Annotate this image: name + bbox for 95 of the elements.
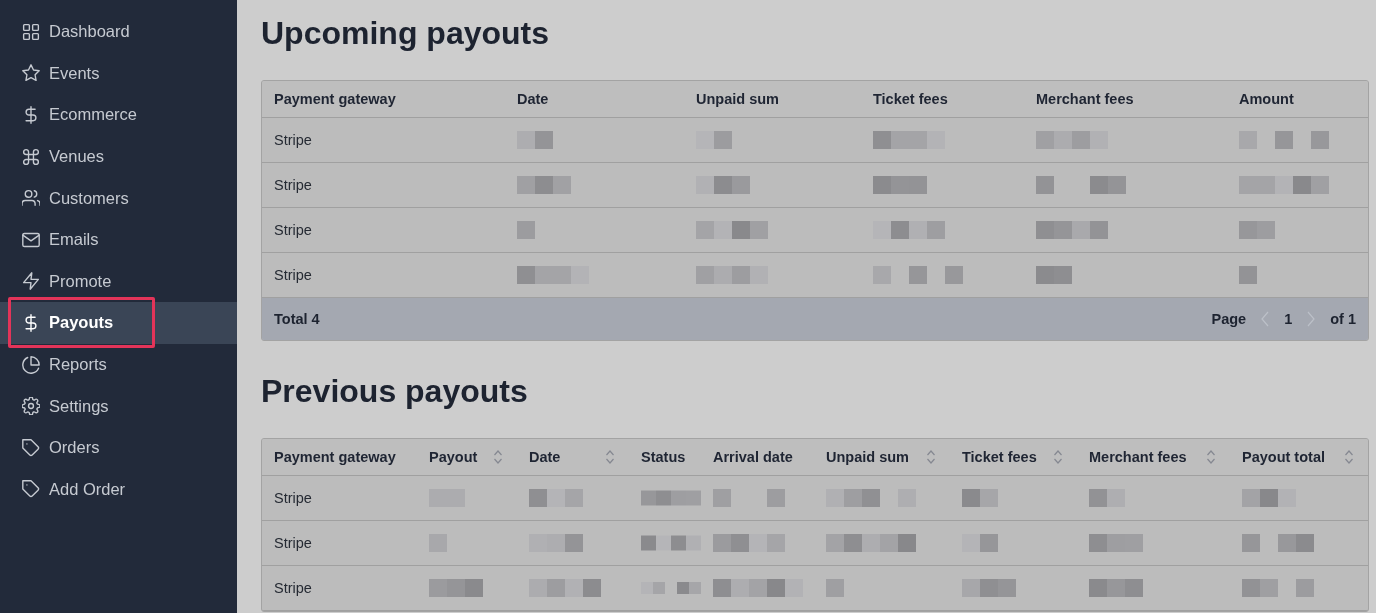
redacted-value — [873, 176, 927, 194]
section-title: Previous payouts — [261, 372, 529, 411]
column-header: Date — [529, 449, 561, 465]
chevron-right-icon — [1307, 311, 1316, 327]
redacted-value — [962, 489, 998, 507]
column-header: Status — [641, 449, 686, 465]
redacted-value — [1239, 221, 1275, 239]
redacted-value — [696, 221, 768, 239]
redacted-value — [641, 579, 701, 597]
dollar-icon — [22, 106, 40, 124]
redacted-value — [873, 221, 945, 239]
table-cell: Stripe — [274, 490, 312, 506]
sidebar-item[interactable]: Dashboard — [0, 17, 237, 46]
column-header: Payout — [429, 449, 478, 465]
redacted-value — [696, 176, 750, 194]
table-cell: Stripe — [274, 222, 312, 238]
redacted-value — [1036, 131, 1108, 149]
sidebar-item[interactable]: Venues — [0, 142, 237, 171]
column-header: Arrival date — [713, 449, 793, 465]
redacted-value — [641, 489, 701, 507]
column-header: Payout total — [1242, 449, 1325, 465]
redacted-value — [713, 489, 785, 507]
tag-icon — [22, 480, 40, 499]
redacted-value — [962, 579, 1016, 597]
sort-icon[interactable] — [926, 449, 936, 465]
redacted-value — [1089, 534, 1143, 552]
redacted-value — [1242, 534, 1314, 552]
column-header: Ticket fees — [873, 91, 948, 107]
sidebar-item[interactable]: Orders — [0, 433, 237, 462]
redacted-value — [517, 221, 535, 239]
redacted-value — [517, 131, 553, 149]
redacted-value — [696, 266, 768, 284]
sort-icon[interactable] — [1053, 449, 1063, 465]
sidebar-item[interactable]: Customers — [0, 184, 237, 213]
column-header: Amount — [1239, 91, 1294, 107]
redacted-value — [1036, 221, 1108, 239]
page-label: Page — [1211, 311, 1247, 327]
column-header: Ticket fees — [962, 449, 1037, 465]
redacted-value — [1036, 266, 1072, 284]
grid-icon — [22, 22, 40, 41]
redacted-value — [1239, 266, 1257, 284]
column-header: Payment gateway — [274, 449, 396, 465]
redacted-value — [1242, 489, 1296, 507]
sort-icon[interactable] — [493, 449, 503, 465]
redacted-value — [826, 579, 844, 597]
redacted-value — [1089, 489, 1125, 507]
redacted-value — [1242, 579, 1314, 597]
sort-icon[interactable] — [1344, 449, 1354, 465]
chevron-left-icon — [1261, 311, 1270, 327]
total-count: Total 4 — [274, 311, 320, 327]
redacted-value — [1089, 579, 1143, 597]
sidebar-item[interactable]: Events — [0, 59, 237, 88]
redacted-value — [529, 579, 601, 597]
table-cell: Stripe — [274, 580, 312, 596]
current-page: 1 — [1284, 311, 1293, 327]
column-header: Unpaid sum — [826, 449, 909, 465]
redacted-value — [517, 266, 589, 284]
redacted-value — [713, 534, 785, 552]
section-title: Upcoming payouts — [261, 14, 550, 53]
redacted-value — [873, 131, 945, 149]
table-cell: Stripe — [274, 535, 312, 551]
sidebar-item[interactable]: Promote — [0, 267, 237, 296]
redacted-value — [962, 534, 998, 552]
sort-icon[interactable] — [605, 449, 615, 465]
column-header: Unpaid sum — [696, 91, 779, 107]
table-cell: Stripe — [274, 177, 312, 193]
sidebar-item[interactable]: Reports — [0, 350, 237, 379]
sort-icon[interactable] — [1206, 449, 1216, 465]
pie-chart-icon — [22, 355, 40, 374]
dollar-icon — [22, 313, 40, 332]
sidebar-item[interactable]: Ecommerce — [0, 101, 237, 129]
column-header: Date — [517, 91, 549, 107]
table-cell: Stripe — [274, 132, 312, 148]
star-icon — [22, 64, 40, 83]
settings-icon — [22, 397, 40, 416]
tag-icon — [22, 438, 40, 457]
mail-icon — [22, 230, 40, 249]
sidebar-item[interactable]: Settings — [0, 392, 237, 421]
sidebar-item[interactable]: Emails — [0, 225, 237, 254]
table-cell: Stripe — [274, 267, 312, 283]
sidebar-item[interactable]: Add Order — [0, 475, 237, 504]
users-icon — [22, 189, 40, 208]
lightning-icon — [22, 272, 40, 291]
redacted-value — [529, 534, 583, 552]
redacted-value — [517, 176, 571, 194]
column-header: Merchant fees — [1036, 91, 1134, 107]
sidebar-item[interactable]: Payouts — [0, 301, 237, 344]
command-icon — [22, 147, 40, 166]
column-header: Merchant fees — [1089, 449, 1187, 465]
redacted-value — [529, 489, 583, 507]
redacted-value — [429, 579, 483, 597]
redacted-value — [641, 534, 701, 552]
redacted-value — [696, 131, 732, 149]
page-count: of 1 — [1330, 311, 1356, 327]
column-header: Payment gateway — [274, 91, 396, 107]
